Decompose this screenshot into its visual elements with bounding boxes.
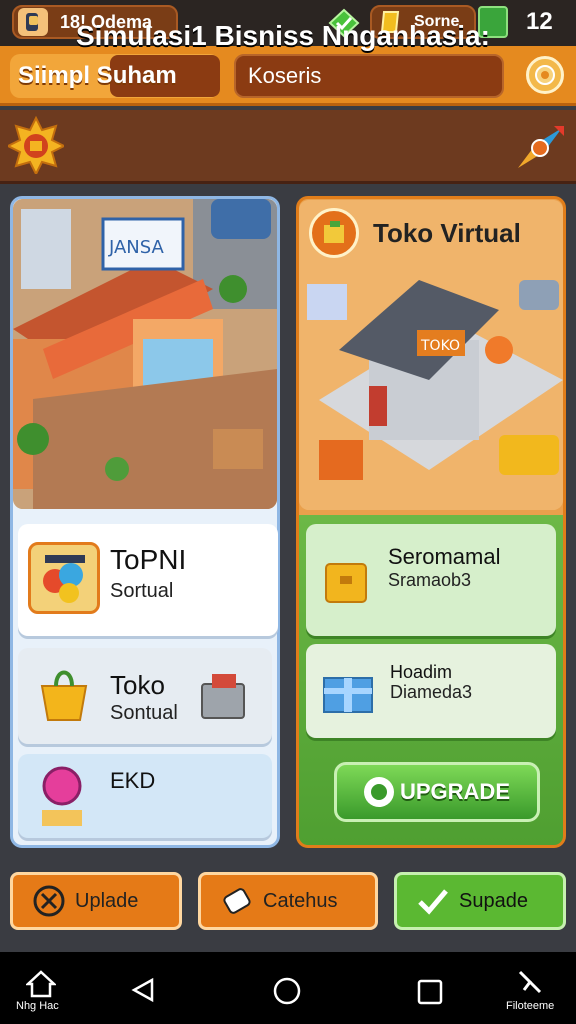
shopping-basket-icon <box>198 670 248 724</box>
supade-button[interactable]: Supade <box>394 872 566 930</box>
right-card-1-title: Seromamal <box>388 544 501 569</box>
sun-badge-icon <box>5 115 67 177</box>
back-icon[interactable] <box>130 976 158 1004</box>
supade-label: Supade <box>459 889 528 912</box>
settings-gear-icon[interactable] <box>526 56 564 94</box>
nav-tab-label: Siimpl Suham <box>18 62 177 89</box>
left-card-3[interactable]: EKD <box>18 754 272 838</box>
badge-icon <box>36 760 88 830</box>
store-sign: TOKO <box>420 338 460 354</box>
home-icon[interactable] <box>24 968 58 998</box>
player-avatar-icon <box>18 8 48 36</box>
upload-label: Uplade <box>75 889 139 912</box>
left-card-1-title: ToPNI <box>110 544 187 575</box>
upgrade-button[interactable]: UPGRADE <box>334 762 540 822</box>
shopping-bag-icon <box>36 662 92 726</box>
right-card-2-title: Hoadim <box>390 662 453 682</box>
store-sign-text: JANSA <box>108 237 165 258</box>
right-card-1-subtitle: Sramaob3 <box>388 570 472 590</box>
box-icon <box>322 556 372 606</box>
balls-icon <box>28 542 100 614</box>
player-level: 12 <box>526 8 553 35</box>
navigation-header: Siimpl Suham Koseris <box>0 46 576 106</box>
storefront-illustration[interactable]: JANSA <box>13 199 277 509</box>
right-card-2-subtitle: Diameda3 <box>390 682 473 702</box>
tools-icon[interactable] <box>514 968 544 996</box>
category-label: Catehus <box>263 889 338 912</box>
system-navigation-bar <box>0 952 576 1024</box>
left-card-2-title: Toko <box>110 670 165 700</box>
recents-icon[interactable] <box>416 978 444 1006</box>
upload-button[interactable]: Uplade <box>10 872 182 930</box>
compass-arrow-icon <box>514 124 566 172</box>
game-screen: 18! Odema Sorne 12 Siimpl Suham Koseris <box>0 0 576 1024</box>
right-card-1[interactable]: Seromamal Sramaob3 <box>306 524 556 636</box>
left-card-1-subtitle: Sortual <box>110 580 174 602</box>
checkmark-icon <box>415 883 451 919</box>
search-text: Koseris <box>248 63 322 88</box>
tag-icon <box>219 883 255 919</box>
gift-box-icon <box>320 664 376 716</box>
search-field[interactable]: Koseris <box>234 54 504 98</box>
gift-shop-icon <box>309 208 359 258</box>
nav-tab-simulation[interactable]: Siimpl Suham <box>10 54 220 98</box>
home-label: Nhg Hac <box>16 1000 59 1012</box>
cancel-circle-icon <box>31 883 67 919</box>
title-banner <box>0 110 576 184</box>
home-circle-icon[interactable] <box>272 976 302 1006</box>
virtual-store-illustration[interactable]: TOKO Toko Virtual <box>299 200 563 510</box>
upgrade-label: UPGRADE <box>399 779 510 804</box>
page-title: Simulasi1 Bisniss Nnganhasia: <box>76 20 490 51</box>
files-label: Filoteeme <box>506 1000 555 1012</box>
left-card-3-title: EKD <box>110 768 156 793</box>
category-button[interactable]: Catehus <box>198 872 378 930</box>
left-card-2-subtitle: Sontual <box>110 702 178 724</box>
right-card-2[interactable]: Hoadim Diameda3 <box>306 644 556 738</box>
right-panel-title: Toko Virtual <box>373 218 521 248</box>
chat-bubble-icon <box>363 777 394 807</box>
left-card-1[interactable]: ToPNI Sortual <box>18 524 278 636</box>
left-card-2[interactable]: Toko Sontual <box>18 648 272 744</box>
